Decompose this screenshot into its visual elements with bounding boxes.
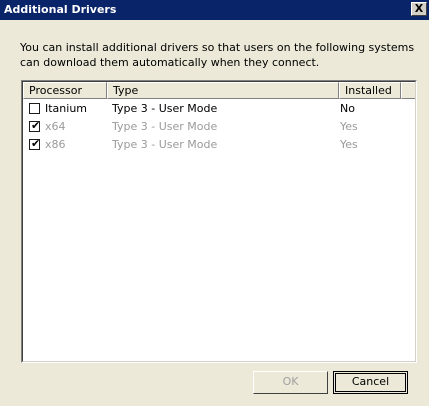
list-item[interactable]: Itanium Type 3 - User Mode No (23, 101, 415, 117)
row-installed: Yes (340, 138, 358, 151)
checkmark-icon: ✔ (31, 137, 41, 150)
row-processor: x86 (45, 138, 66, 151)
column-header-processor[interactable]: Processor (23, 82, 107, 99)
row-type: Type 3 - User Mode (112, 120, 218, 133)
ok-button[interactable]: OK (253, 371, 328, 394)
list-header: Processor Type Installed (23, 82, 415, 99)
list-item[interactable]: ✔ x86 Type 3 - User Mode Yes (23, 137, 415, 153)
title-bar[interactable]: Additional Drivers X (0, 0, 429, 20)
row-type: Type 3 - User Mode (112, 138, 218, 151)
column-header-installed[interactable]: Installed (339, 82, 401, 99)
x64-checkbox[interactable]: ✔ (29, 119, 41, 132)
cancel-button[interactable]: Cancel (333, 371, 408, 394)
dialog-title: Additional Drivers (4, 3, 117, 16)
close-button[interactable]: X (411, 2, 427, 16)
row-processor: x64 (45, 120, 66, 133)
close-icon: X (414, 2, 424, 15)
additional-drivers-dialog: Additional Drivers X You can install add… (0, 0, 429, 406)
itanium-checkbox[interactable] (29, 103, 40, 114)
row-processor: Itanium (45, 102, 88, 115)
column-header-empty (401, 82, 415, 99)
description-text: You can install additional drivers so th… (20, 41, 415, 69)
row-type: Type 3 - User Mode (112, 102, 218, 115)
drivers-list[interactable]: Processor Type Installed Itanium Type 3 … (21, 80, 417, 363)
list-item[interactable]: ✔ x64 Type 3 - User Mode Yes (23, 119, 415, 135)
row-installed: Yes (340, 120, 358, 133)
row-installed: No (340, 102, 355, 115)
column-header-type[interactable]: Type (107, 82, 339, 99)
x86-checkbox[interactable]: ✔ (29, 137, 41, 150)
checkmark-icon: ✔ (31, 119, 41, 132)
